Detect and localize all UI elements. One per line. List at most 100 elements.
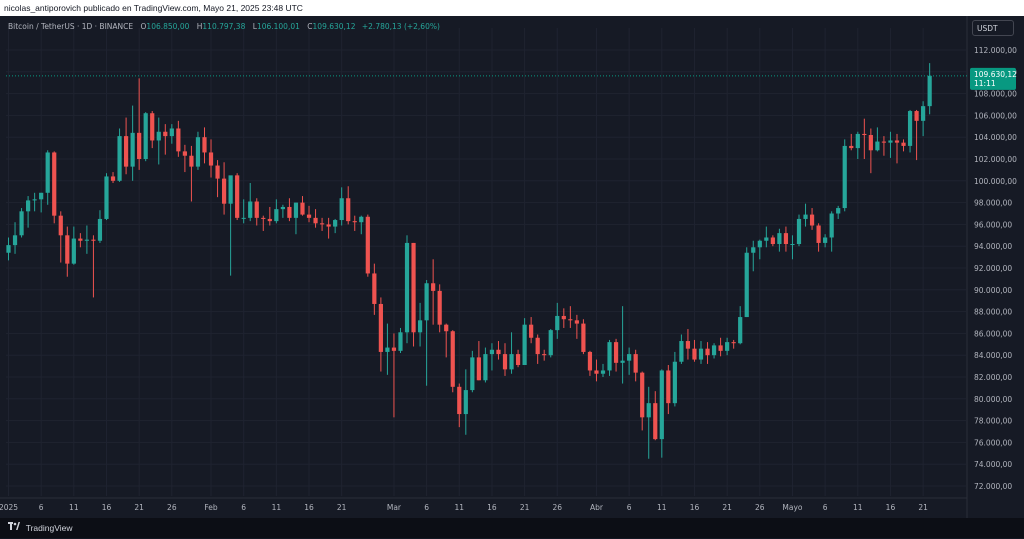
candle[interactable] bbox=[921, 101, 926, 137]
candle[interactable] bbox=[110, 172, 116, 183]
candle[interactable] bbox=[306, 205, 312, 223]
candle[interactable] bbox=[424, 279, 429, 386]
candle[interactable] bbox=[444, 323, 449, 358]
candle[interactable] bbox=[744, 247, 749, 318]
candle[interactable] bbox=[365, 214, 370, 277]
candle[interactable] bbox=[202, 127, 207, 164]
candle[interactable] bbox=[529, 317, 534, 344]
candle[interactable] bbox=[78, 233, 83, 248]
candle[interactable] bbox=[803, 203, 808, 227]
candle[interactable] bbox=[476, 341, 481, 381]
candle[interactable] bbox=[104, 173, 109, 221]
candle[interactable] bbox=[483, 347, 488, 383]
candle[interactable] bbox=[705, 342, 710, 364]
candle[interactable] bbox=[261, 215, 266, 231]
candle[interactable] bbox=[646, 386, 651, 459]
candle[interactable] bbox=[372, 263, 377, 315]
candle[interactable] bbox=[548, 329, 553, 358]
candle[interactable] bbox=[293, 202, 299, 235]
candle[interactable] bbox=[117, 128, 122, 182]
candle[interactable] bbox=[574, 314, 579, 339]
candle[interactable] bbox=[215, 160, 220, 198]
candle[interactable] bbox=[71, 226, 76, 265]
candle[interactable] bbox=[65, 226, 70, 277]
candle[interactable] bbox=[156, 117, 161, 165]
candle[interactable] bbox=[809, 208, 815, 230]
candle[interactable] bbox=[489, 343, 495, 371]
candle[interactable] bbox=[783, 226, 789, 252]
candle[interactable] bbox=[248, 182, 253, 222]
candle[interactable] bbox=[698, 341, 704, 364]
candle[interactable] bbox=[385, 323, 390, 375]
candle[interactable] bbox=[130, 105, 135, 181]
candle[interactable] bbox=[58, 211, 63, 263]
candle[interactable] bbox=[25, 196, 31, 228]
candle[interactable] bbox=[587, 350, 593, 376]
candle[interactable] bbox=[568, 306, 573, 328]
candle[interactable] bbox=[163, 124, 168, 155]
candle[interactable] bbox=[267, 206, 272, 226]
candle[interactable] bbox=[770, 235, 775, 247]
candle[interactable] bbox=[607, 339, 612, 376]
candle[interactable] bbox=[150, 111, 155, 149]
candle[interactable] bbox=[849, 133, 854, 151]
candle[interactable] bbox=[816, 223, 821, 252]
candle[interactable] bbox=[195, 131, 201, 170]
candle[interactable] bbox=[346, 186, 351, 225]
candle[interactable] bbox=[12, 222, 18, 254]
candle[interactable] bbox=[280, 204, 285, 218]
candle[interactable] bbox=[836, 205, 841, 219]
candle[interactable] bbox=[176, 120, 181, 157]
candle[interactable] bbox=[45, 150, 50, 205]
candle[interactable] bbox=[437, 284, 442, 333]
candle[interactable] bbox=[862, 118, 867, 159]
candle[interactable] bbox=[19, 208, 24, 238]
candle[interactable] bbox=[254, 198, 259, 226]
candle[interactable] bbox=[463, 369, 468, 435]
candle[interactable] bbox=[189, 145, 194, 202]
candle[interactable] bbox=[868, 128, 873, 174]
candle[interactable] bbox=[764, 226, 769, 248]
candle[interactable] bbox=[52, 151, 57, 224]
candle[interactable] bbox=[359, 215, 364, 235]
candle[interactable] bbox=[718, 337, 723, 357]
candle[interactable] bbox=[842, 139, 847, 212]
candle[interactable] bbox=[659, 369, 664, 458]
candle[interactable] bbox=[208, 139, 214, 178]
chart-area[interactable]: 72.000,00 74.000,00 76.000,00 78.000,00 80.0… bbox=[0, 16, 1024, 518]
candle[interactable] bbox=[777, 228, 782, 252]
candle[interactable] bbox=[666, 365, 671, 415]
candle[interactable] bbox=[137, 78, 142, 170]
candle[interactable] bbox=[182, 144, 187, 173]
candle[interactable] bbox=[522, 318, 527, 366]
candle[interactable] bbox=[692, 339, 697, 362]
candle[interactable] bbox=[790, 235, 795, 260]
candle[interactable] bbox=[927, 63, 932, 115]
candle[interactable] bbox=[627, 347, 632, 375]
candle[interactable] bbox=[725, 337, 730, 356]
candle[interactable] bbox=[378, 297, 383, 372]
candle[interactable] bbox=[339, 187, 344, 226]
candle[interactable] bbox=[907, 109, 913, 153]
candle[interactable] bbox=[581, 319, 586, 355]
candle[interactable] bbox=[97, 210, 103, 243]
candle[interactable] bbox=[398, 327, 403, 354]
candle[interactable] bbox=[515, 349, 521, 368]
candle[interactable] bbox=[901, 139, 906, 152]
candle[interactable] bbox=[613, 338, 619, 372]
candle[interactable] bbox=[620, 306, 625, 384]
candle[interactable] bbox=[221, 162, 227, 215]
candle[interactable] bbox=[502, 343, 508, 376]
candle[interactable] bbox=[914, 109, 919, 161]
candle[interactable] bbox=[881, 136, 887, 156]
candle[interactable] bbox=[450, 330, 455, 393]
candle[interactable] bbox=[594, 359, 599, 382]
candle[interactable] bbox=[326, 217, 331, 239]
candle[interactable] bbox=[731, 339, 736, 349]
candle[interactable] bbox=[417, 302, 423, 347]
candle[interactable] bbox=[855, 131, 860, 159]
candle[interactable] bbox=[143, 112, 148, 162]
candle[interactable] bbox=[300, 196, 305, 216]
candle[interactable] bbox=[169, 124, 174, 144]
candlestick-chart[interactable]: 72.000,00 74.000,00 76.000,00 78.000,00 80.0… bbox=[0, 16, 1024, 518]
